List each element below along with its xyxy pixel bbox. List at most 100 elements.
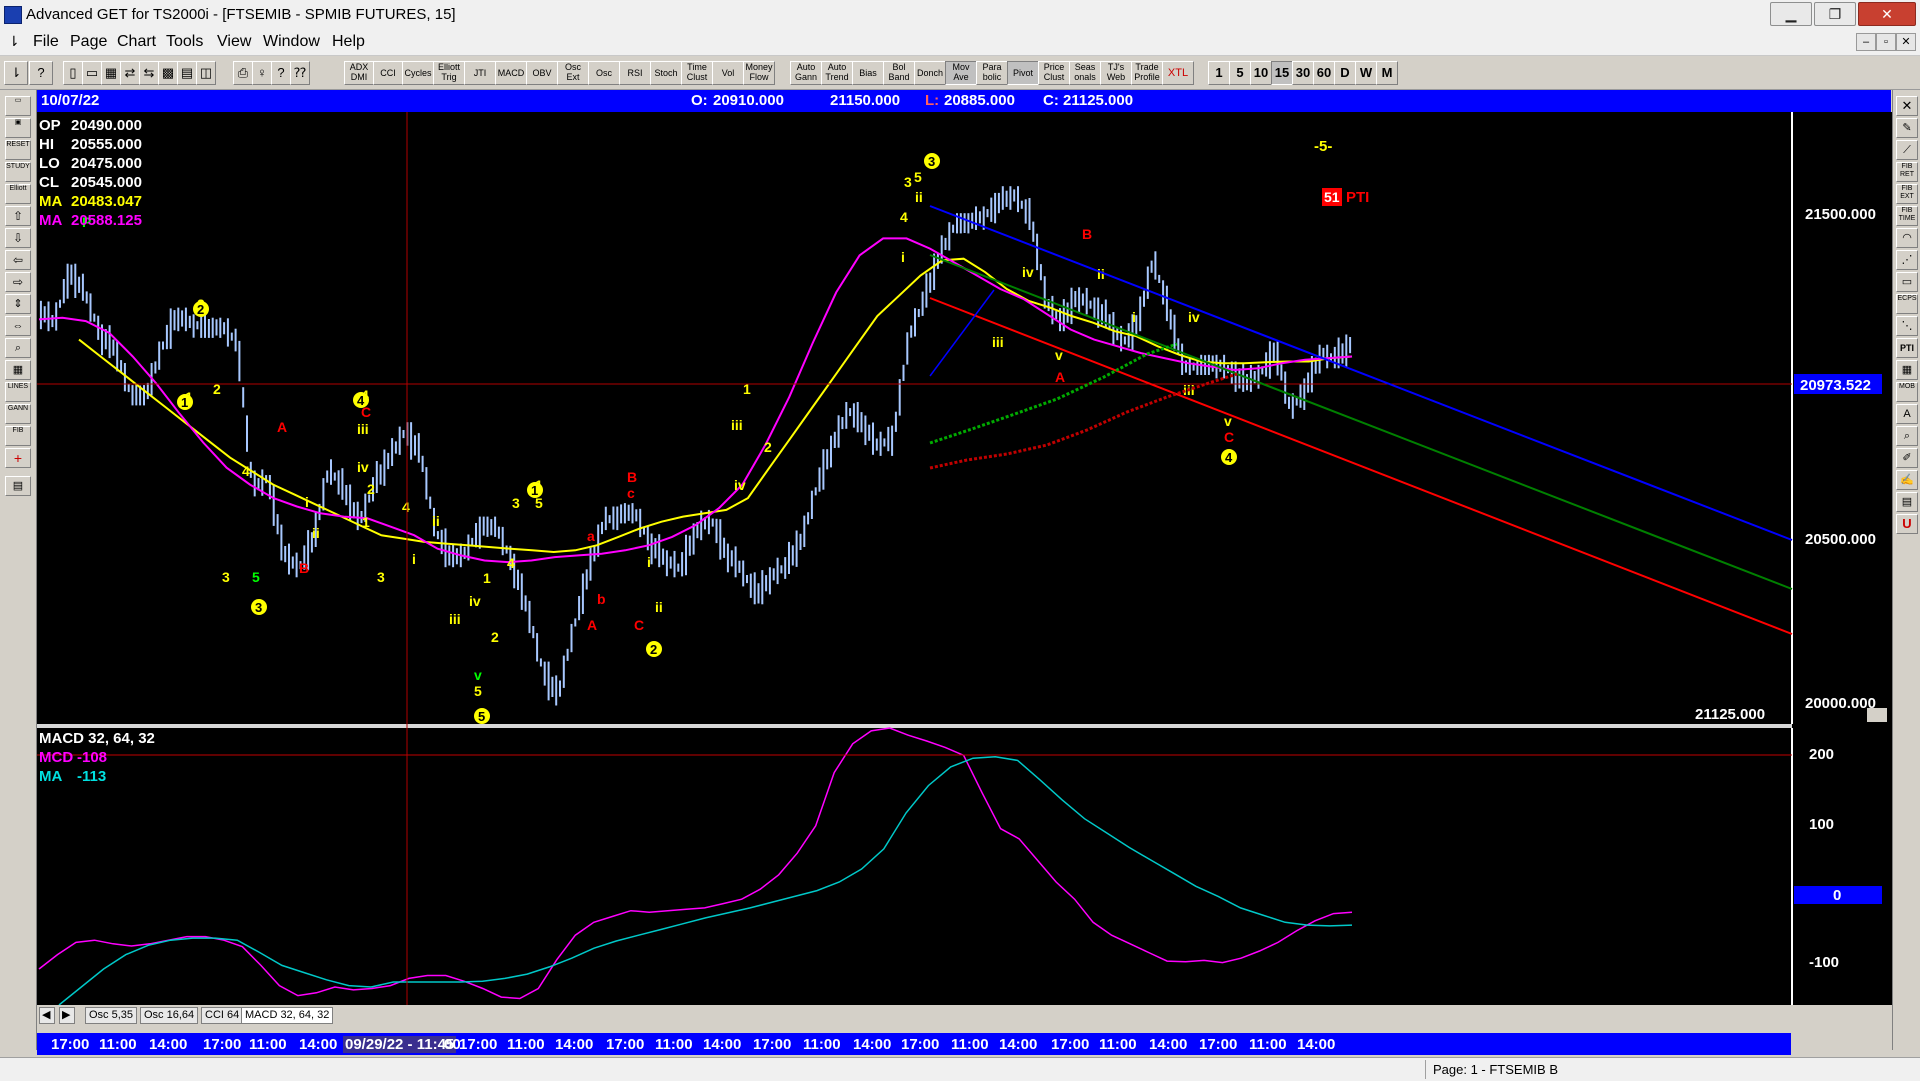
indicator-osc[interactable]: Osc <box>588 61 620 85</box>
indicator-cycles[interactable]: Cycles <box>402 61 434 85</box>
help-arrow-icon[interactable]: ? <box>29 61 53 85</box>
menu-help[interactable]: Help <box>332 33 365 51</box>
refresh-icon[interactable]: ⇆ <box>139 61 159 85</box>
timeframe-1[interactable]: 1 <box>1208 61 1230 85</box>
study-bias[interactable]: Bias <box>852 61 884 85</box>
fan-icon[interactable]: ⋰ <box>1896 250 1918 270</box>
elliott-icon[interactable]: Elliott <box>5 184 31 204</box>
indicator-vol[interactable]: Vol <box>712 61 744 85</box>
arrow-up-icon[interactable]: ⇧ <box>5 206 31 226</box>
drawing-icon[interactable]: ✍ <box>1896 470 1918 490</box>
mdi-close-button[interactable]: ✕ <box>1896 33 1916 51</box>
print-icon[interactable]: ⎙ <box>233 61 253 85</box>
arrow-left-icon[interactable]: ⇦ <box>5 250 31 270</box>
layout-icon[interactable]: ▤ <box>177 61 197 85</box>
detach-icon[interactable]: ◫ <box>196 61 216 85</box>
indicator-macd[interactable]: MACD <box>495 61 527 85</box>
study-trade-profile[interactable]: Trade Profile <box>1131 61 1163 85</box>
notes-icon[interactable]: ▤ <box>5 476 31 496</box>
timeframe-15[interactable]: 15 <box>1271 61 1293 85</box>
grid-tool-icon[interactable]: ▦ <box>1896 360 1918 380</box>
expand-icon[interactable]: ⇔ <box>5 316 31 336</box>
trendline-icon[interactable]: ⟋ <box>1896 140 1918 160</box>
lamp-icon[interactable]: ♀ <box>252 61 272 85</box>
compress-icon[interactable]: ⇕ <box>5 294 31 314</box>
tab-scroll-left-icon[interactable]: ◀ <box>39 1007 55 1024</box>
timeframe-5[interactable]: 5 <box>1229 61 1251 85</box>
study-xtl[interactable]: XTL <box>1162 61 1194 85</box>
study-donch[interactable]: Donch <box>914 61 946 85</box>
gann-icon[interactable]: GANN <box>5 404 31 424</box>
zoom-icon[interactable]: ⌕ <box>5 338 31 358</box>
study-bol-band[interactable]: Bol Band <box>883 61 915 85</box>
indicator-money-flow[interactable]: Money Flow <box>743 61 775 85</box>
minimize-button[interactable]: ▁ <box>1770 2 1812 26</box>
tab-cci-64[interactable]: CCI 64 <box>201 1007 244 1024</box>
close-button[interactable]: ✕ <box>1858 2 1916 26</box>
chart-area[interactable]: P212A435Biii4Ciiiiv2134iiiiviiiv5124351a… <box>37 112 1892 1005</box>
study-icon[interactable]: STUDY <box>5 162 31 182</box>
menu-page[interactable]: Page <box>70 33 107 51</box>
indicator-stoch[interactable]: Stoch <box>650 61 682 85</box>
box-icon[interactable]: ▦ <box>5 360 31 380</box>
gann-fan-icon[interactable]: ⋱ <box>1896 316 1918 336</box>
magnifier-icon[interactable]: ⌕ <box>1896 426 1918 446</box>
maximize-button[interactable]: ❐ <box>1814 2 1856 26</box>
channel-icon[interactable]: ▭ <box>1896 272 1918 292</box>
chart-page-icon[interactable]: ▦ <box>101 61 121 85</box>
question-icon[interactable]: ? <box>271 61 291 85</box>
pane-splitter[interactable] <box>37 724 1792 728</box>
indicator-adx-dmi[interactable]: ADX DMI <box>344 61 374 85</box>
study-price-clust[interactable]: Price Clust <box>1038 61 1070 85</box>
mob-icon[interactable]: MOB <box>1896 382 1918 402</box>
axis-scale-icon[interactable] <box>1867 708 1887 722</box>
menu-file[interactable]: File <box>33 33 59 51</box>
tab-macd-32-64-32[interactable]: MACD 32, 64, 32 <box>241 1007 334 1024</box>
timeframe-60[interactable]: 60 <box>1313 61 1335 85</box>
link-icon[interactable]: ⇄ <box>120 61 140 85</box>
app-menu-icon[interactable]: ⇂ <box>8 33 22 49</box>
pti-icon[interactable]: PTI <box>1896 338 1918 358</box>
study-auto-trend[interactable]: Auto Trend <box>821 61 853 85</box>
fib-icon[interactable]: FIB <box>5 426 31 446</box>
new-page-icon[interactable]: ▯ <box>63 61 83 85</box>
cursor-tool-icon[interactable]: ⇂ <box>4 61 28 85</box>
study-pivot[interactable]: Pivot <box>1007 61 1039 85</box>
menu-chart[interactable]: Chart <box>117 33 156 51</box>
template-icon[interactable]: ▤ <box>1896 492 1918 512</box>
study-auto-gann[interactable]: Auto Gann <box>790 61 822 85</box>
mdi-restore-button[interactable]: ▫ <box>1876 33 1896 51</box>
timeframe-m[interactable]: M <box>1376 61 1398 85</box>
tab-osc-5-35[interactable]: Osc 5,35 <box>85 1007 138 1024</box>
arc-icon[interactable]: ◠ <box>1896 228 1918 248</box>
indicator-elliott-trig[interactable]: Elliott Trig <box>433 61 465 85</box>
study-tjs-web[interactable]: TJ's Web <box>1100 61 1132 85</box>
menu-view[interactable]: View <box>217 33 251 51</box>
reset-icon[interactable]: RESET <box>5 140 31 160</box>
indicator-time-clust[interactable]: Time Clust <box>681 61 713 85</box>
timeframe-d[interactable]: D <box>1334 61 1356 85</box>
open-folder-icon[interactable]: ▭ <box>5 96 31 116</box>
menu-window[interactable]: Window <box>263 33 320 51</box>
context-help-icon[interactable]: ⁇ <box>290 61 310 85</box>
indicator-cci[interactable]: CCI <box>373 61 403 85</box>
text-tool-icon[interactable]: A <box>1896 404 1918 424</box>
ellipse-icon[interactable]: ECPS <box>1896 294 1918 314</box>
pencil-icon[interactable]: ✎ <box>1896 118 1918 138</box>
fib-time-icon[interactable]: FIB TIME <box>1896 206 1918 226</box>
tab-osc-16-64[interactable]: Osc 16,64 <box>140 1007 199 1024</box>
timeframe-30[interactable]: 30 <box>1292 61 1314 85</box>
study-parabolic[interactable]: Para bolic <box>976 61 1008 85</box>
timeframe-10[interactable]: 10 <box>1250 61 1272 85</box>
paint-icon[interactable]: ✐ <box>1896 448 1918 468</box>
tab-scroll-right-icon[interactable]: ▶ <box>59 1007 75 1024</box>
grid-icon[interactable]: ▩ <box>158 61 178 85</box>
crosshair-icon[interactable]: + <box>5 448 31 468</box>
open-page-icon[interactable]: ▭ <box>82 61 102 85</box>
arrow-down-icon[interactable]: ⇩ <box>5 228 31 248</box>
indicator-osc-ext[interactable]: Osc Ext <box>557 61 589 85</box>
menu-tools[interactable]: Tools <box>166 33 203 51</box>
study-mov-ave[interactable]: Mov Ave <box>945 61 977 85</box>
toolbox-icon[interactable]: ▣ <box>5 118 31 138</box>
fib-ext-icon[interactable]: FIB EXT <box>1896 184 1918 204</box>
